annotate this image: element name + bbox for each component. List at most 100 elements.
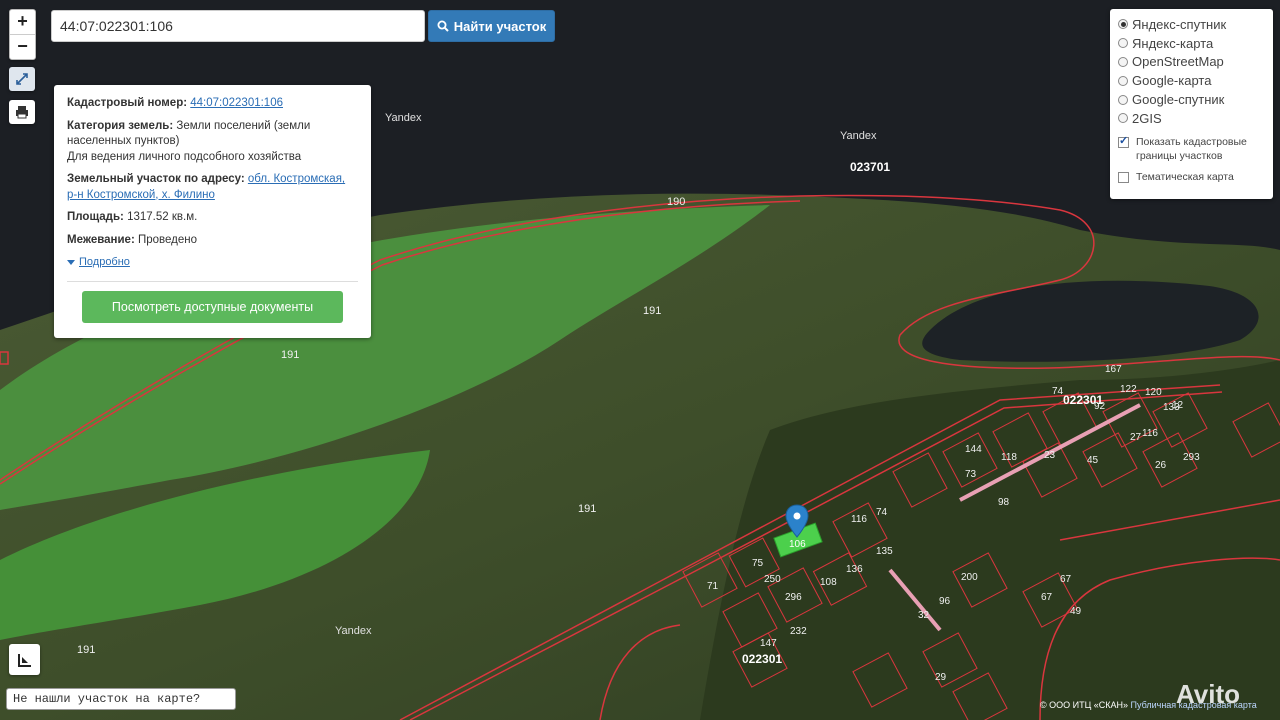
- layer-radio[interactable]: [1118, 94, 1128, 105]
- parcel-number-label: 122: [1120, 384, 1137, 395]
- find-parcel-button[interactable]: Найти участок: [428, 10, 555, 42]
- area-row: Площадь: 1317.52 кв.м.: [67, 210, 358, 226]
- selected-parcel-label: 106: [789, 539, 806, 550]
- parcel-number-label: 67: [1060, 574, 1072, 585]
- cadastral-label: Кадастровый номер:: [67, 97, 188, 109]
- parcel-number-label: 26: [1155, 460, 1167, 471]
- layer-option[interactable]: OpenStreetMap: [1118, 53, 1265, 72]
- parcel-number-label: 200: [961, 572, 978, 583]
- parcel-number-label: 74: [876, 507, 888, 518]
- boundaries-label: Показать кадастровые границы участков: [1136, 135, 1247, 162]
- layer-option[interactable]: Яндекс-спутник: [1118, 15, 1265, 34]
- parcel-number-label: 120: [1145, 387, 1162, 398]
- parcel-191-label: 191: [578, 503, 596, 515]
- divider: [67, 280, 358, 282]
- fullscreen-button[interactable]: [9, 67, 35, 91]
- parcel-number-label: 293: [1183, 452, 1200, 463]
- parcel-number-label: 96: [939, 596, 951, 607]
- print-button[interactable]: [9, 100, 35, 124]
- search-icon: [437, 20, 449, 32]
- zoom-control: + −: [9, 9, 36, 60]
- layer-option[interactable]: 2GIS: [1118, 109, 1265, 128]
- quarter-label-south: 022301: [742, 652, 782, 666]
- layer-option-label: Яндекс-спутник: [1132, 16, 1227, 32]
- thematic-toggle[interactable]: Тематическая карта: [1118, 170, 1265, 184]
- parcel-number-label: 118: [1001, 452, 1017, 463]
- layer-option-label: 2GIS: [1132, 110, 1162, 126]
- ruler-button[interactable]: [9, 644, 40, 675]
- thematic-label: Тематическая карта: [1136, 170, 1234, 183]
- parcel-191-label: 191: [77, 644, 95, 656]
- parcel-number-label: 116: [851, 514, 867, 525]
- layer-option[interactable]: Яндекс-карта: [1118, 34, 1265, 53]
- parcel-info-panel: Кадастровый номер: 44:07:022301:106 Кате…: [54, 85, 371, 338]
- layer-option-label: Google-карта: [1132, 73, 1212, 89]
- layer-option-label: Google-спутник: [1132, 92, 1225, 108]
- category-label: Категория земель:: [67, 119, 174, 132]
- watermark-1: Yandex: [385, 112, 422, 124]
- parcel-number-label: 75: [752, 558, 764, 569]
- survey-label: Межевание:: [67, 233, 135, 246]
- parcel-number-label: 296: [785, 592, 802, 603]
- watermark-3: Yandex: [335, 625, 372, 637]
- layer-radio[interactable]: [1118, 19, 1128, 30]
- parcel-190-label: 190: [667, 196, 685, 208]
- parcel-number-label: 98: [998, 497, 1010, 508]
- category-row: Категория земель: Земли поселений (земли…: [67, 119, 358, 166]
- parcel-number-label: 167: [1105, 364, 1122, 375]
- layer-radio[interactable]: [1118, 113, 1128, 124]
- parcel-number-label: 135: [876, 546, 893, 557]
- find-parcel-label: Найти участок: [453, 18, 547, 34]
- address-label: Земельный участок по адресу:: [67, 173, 245, 185]
- area-value: 1317.52 кв.м.: [127, 211, 198, 223]
- layer-radio[interactable]: [1118, 56, 1128, 67]
- printer-icon: [16, 106, 28, 119]
- parcel-number-label: 133: [1163, 402, 1180, 413]
- layer-option[interactable]: Google-спутник: [1118, 90, 1265, 109]
- layer-radio[interactable]: [1118, 75, 1128, 86]
- parcel-number-label: 23: [1044, 450, 1056, 461]
- parcel-number-label: 67: [1041, 592, 1053, 603]
- address-row: Земельный участок по адресу: обл. Костро…: [67, 172, 358, 203]
- view-documents-button[interactable]: Посмотреть доступные документы: [82, 290, 343, 323]
- thematic-checkbox[interactable]: [1118, 171, 1129, 183]
- boundaries-toggle[interactable]: Показать кадастровые границы участков: [1118, 134, 1265, 163]
- layer-radio[interactable]: [1118, 38, 1128, 49]
- parcel-number-label: 74: [1052, 386, 1064, 397]
- watermark-2: Yandex: [840, 130, 877, 142]
- cadastral-row: Кадастровый номер: 44:07:022301:106: [67, 96, 358, 112]
- parcel-number-label: 232: [790, 626, 807, 637]
- expand-icon: [16, 73, 28, 85]
- parcel-number-label: 250: [764, 574, 781, 585]
- zoom-out-button[interactable]: −: [10, 35, 35, 59]
- parcel-number-label: 144: [965, 444, 982, 455]
- ruler-icon: [17, 653, 31, 667]
- boundaries-checkbox[interactable]: [1118, 134, 1129, 148]
- not-found-link[interactable]: Не нашли участок на карте?: [6, 688, 236, 710]
- parcel-number-label: 29: [935, 672, 947, 683]
- avito-watermark: Avito: [1176, 679, 1241, 709]
- survey-row: Межевание: Проведено: [67, 233, 358, 249]
- layer-option[interactable]: Google-карта: [1118, 71, 1265, 90]
- parcel-number-label: 147: [760, 638, 777, 649]
- parcel-number-label: 116: [1142, 428, 1158, 439]
- parcel-191-label: 191: [643, 305, 661, 317]
- copyright-text: © ООО ИТЦ «СКАН»: [1040, 700, 1129, 710]
- layer-option-label: OpenStreetMap: [1132, 54, 1224, 70]
- details-toggle[interactable]: Подробно: [67, 255, 358, 271]
- parcel-number-label: 45: [1087, 455, 1099, 466]
- caret-down-icon: [67, 260, 75, 266]
- search-input[interactable]: [51, 10, 425, 42]
- parcel-number-label: 27: [1130, 432, 1142, 443]
- parcel-number-label: 136: [846, 564, 863, 575]
- quarter-label-north: 023701: [850, 160, 890, 174]
- layer-switcher: Яндекс-спутник Яндекс-карта OpenStreetMap G…: [1110, 9, 1273, 199]
- survey-value: Проведено: [137, 233, 198, 246]
- zoom-in-button[interactable]: +: [10, 10, 35, 35]
- layer-options: Яндекс-спутник Яндекс-карта OpenStreetMap G…: [1118, 15, 1265, 128]
- cadastral-link[interactable]: 44:07:022301:106: [190, 97, 283, 109]
- usage-value: Для ведения личного подсобного хозяйства: [67, 150, 302, 163]
- parcel-number-label: 71: [707, 581, 719, 592]
- area-label: Площадь:: [67, 211, 124, 223]
- details-label: Подробно: [79, 256, 130, 268]
